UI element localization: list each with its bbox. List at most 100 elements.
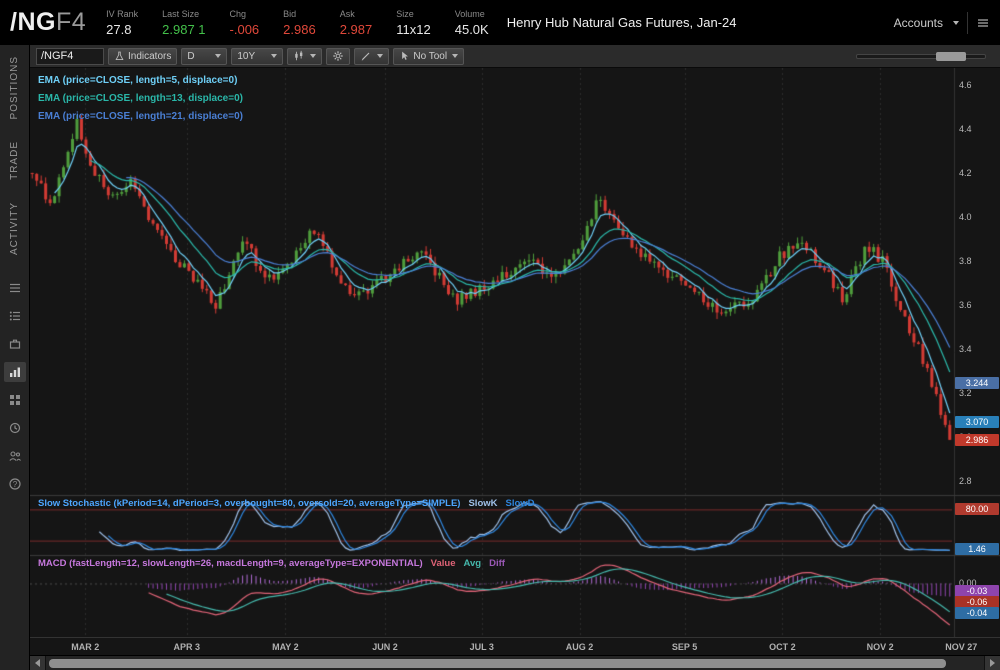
ema-label: EMA (price=CLOSE, length=5, displace=0) (38, 75, 238, 86)
price-axis-tick: 3.8 (959, 256, 972, 266)
stat-change: Chg -.006 (230, 9, 260, 37)
price-chart-canvas[interactable] (30, 68, 1000, 637)
stat-value: -.006 (229, 21, 260, 37)
stat-value: 2.987 (339, 21, 373, 37)
scrollbar-track[interactable] (46, 655, 984, 670)
watchlist-icon[interactable] (4, 278, 26, 298)
sidebar-tab-trade[interactable]: TRADE (9, 141, 20, 180)
timeframe-value: D (187, 50, 195, 62)
macd-axis-badge: -0.03 (955, 584, 999, 597)
accounts-dropdown[interactable]: Accounts (894, 16, 943, 30)
range-dropdown[interactable]: 10Y (231, 47, 284, 65)
ema-label: EMA (price=CLOSE, length=21, displace=0) (38, 111, 243, 122)
stat-label: IV Rank (106, 8, 139, 19)
help-icon[interactable]: ? (4, 474, 26, 494)
gear-icon (333, 51, 344, 61)
macd-axis-badge: -0.06 (955, 595, 999, 608)
time-axis-label: AUG 2 (565, 642, 594, 652)
stoch-axis-badge: 1.46 (955, 542, 999, 555)
contract-description: Henry Hub Natural Gas Futures, Jan-24 (506, 15, 737, 30)
chart-gadget: Indicators D 10Y (30, 45, 1000, 670)
stat-label: Chg (229, 8, 247, 19)
time-axis-label: JUN 2 (372, 642, 398, 652)
timeframe-dropdown[interactable]: D (181, 47, 228, 65)
stat-label: Size (396, 8, 414, 19)
left-sidebar: POSITIONS TRADE ACTIVITY ? (0, 45, 30, 670)
price-axis-badge: 3.070 (955, 415, 999, 428)
stat-label: Volume (454, 8, 485, 19)
indicators-button[interactable]: Indicators (108, 47, 178, 65)
history-icon[interactable] (4, 418, 26, 438)
price-axis-tick: 3.4 (959, 344, 972, 354)
price-axis-tick: 4.2 (959, 168, 972, 178)
candlestick-icon (295, 50, 303, 61)
price-axis-badge: 2.986 (955, 434, 999, 447)
stat-label: Bid (283, 8, 297, 19)
chart-toolbar: Indicators D 10Y (30, 45, 1000, 68)
zoom-slider-thumb[interactable] (936, 51, 967, 61)
time-axis-label: NOV 27 (945, 642, 978, 652)
chart-settings-button[interactable] (326, 47, 351, 65)
price-axis-tick: 4.4 (959, 124, 972, 134)
stoch-axis-badge: 80.00 (955, 503, 999, 516)
time-axis-label: OCT 2 (769, 642, 796, 652)
study-title: Slow Stochastic (kPeriod=14, dPeriod=3, … (38, 498, 461, 509)
stat-label: Last Size (162, 8, 200, 19)
symbol-title: /NGF4 (10, 8, 86, 37)
chevron-down-icon (310, 54, 317, 58)
scrollbar-thumb[interactable] (49, 658, 946, 668)
svg-text:?: ? (12, 480, 17, 489)
active-tool-label: No Tool (413, 50, 448, 62)
range-value: 10Y (237, 50, 256, 62)
legend-item: SlowK (468, 498, 498, 509)
price-axis-tick: 4.6 (959, 80, 972, 90)
chevron-down-icon (271, 54, 278, 58)
time-axis-label: JUL 3 (469, 642, 494, 652)
orders-icon[interactable] (4, 306, 26, 326)
briefcase-icon[interactable] (4, 334, 26, 354)
drawing-tools-dropdown[interactable] (354, 47, 390, 65)
chevron-down-icon[interactable] (953, 20, 959, 25)
menu-icon[interactable] (976, 16, 990, 30)
header-divider (967, 11, 968, 34)
quote-header: /NGF4 IV Rank 27.8 Last Size 2.987 1 Chg -.… (0, 0, 1000, 45)
ema-study-labels: EMA (price=CLOSE, length=5, displace=0) E… (38, 72, 243, 126)
stat-last-size: Last Size 2.987 1 (162, 9, 205, 37)
charts-icon[interactable] (3, 362, 26, 383)
sidebar-tab-positions[interactable]: POSITIONS (9, 56, 20, 119)
chevron-down-icon (215, 54, 222, 58)
time-axis-label: SEP 5 (671, 642, 698, 652)
macd-study-label: MACD (fastLength=12, slowLength=26, macd… (38, 558, 505, 569)
main-area: POSITIONS TRADE ACTIVITY ? Indica (0, 45, 1000, 670)
zoom-slider[interactable] (856, 51, 986, 61)
contacts-icon[interactable] (4, 446, 26, 466)
indicators-label: Indicators (128, 50, 172, 62)
chart-type-dropdown[interactable] (287, 47, 323, 65)
legend-item: Value (430, 558, 456, 569)
active-tool-dropdown[interactable]: No Tool (393, 47, 465, 65)
arrow-left-icon (35, 659, 40, 667)
legend-item: Avg (463, 558, 482, 569)
cursor-icon (402, 51, 409, 60)
zoom-slider-track[interactable] (856, 51, 986, 61)
chevron-down-icon (377, 54, 384, 58)
arrow-right-icon (990, 659, 995, 667)
stat-value: 11x12 (396, 21, 431, 37)
stoch-study-label: Slow Stochastic (kPeriod=14, dPeriod=3, … (38, 498, 535, 509)
chart-area: EMA (price=CLOSE, length=5, displace=0) E… (30, 68, 1000, 637)
time-axis: MAR 2 APR 3 MAY 2 JUN 2 JUL 3 AUG 2 SEP 5 OCT 2… (30, 637, 1000, 655)
stat-ask: Ask 2.987 (340, 9, 373, 37)
price-axis-tick: 2.8 (959, 476, 972, 486)
scroll-left-button[interactable] (30, 655, 46, 670)
sidebar-icons: ? (3, 278, 26, 494)
symbol-input[interactable] (36, 47, 104, 65)
grid-icon[interactable] (4, 390, 26, 410)
stat-value: 27.8 (106, 21, 132, 37)
scroll-right-button[interactable] (984, 655, 1000, 670)
chart-scrollbar (30, 655, 1000, 670)
symbol-suffix: F4 (55, 8, 87, 36)
price-axis-tick: 4.0 (959, 212, 972, 222)
ema-label: EMA (price=CLOSE, length=13, displace=0) (38, 93, 243, 104)
stat-label: Ask (339, 8, 355, 19)
sidebar-tab-activity[interactable]: ACTIVITY (9, 202, 20, 255)
